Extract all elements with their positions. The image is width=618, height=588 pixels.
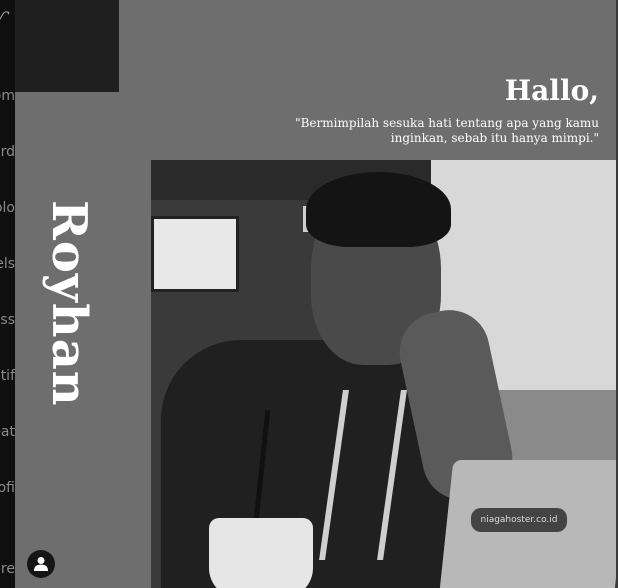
sidebar-item-3[interactable]: olo xyxy=(0,200,15,216)
profile-photo: niagahoster.co.id xyxy=(151,160,616,588)
sidebar-item-7[interactable]: eat xyxy=(0,424,15,440)
greeting-heading: Hallo, xyxy=(504,74,599,107)
profile-name: Royhan xyxy=(41,200,97,407)
sidebar: ƴ Hom ard olo els ess otif eat ofi ore xyxy=(0,0,15,588)
sidebar-item-8[interactable]: ofi xyxy=(0,480,15,496)
script-logo-icon[interactable]: ƴ xyxy=(0,4,15,30)
photo-person-hair xyxy=(306,172,451,247)
sidebar-item-5[interactable]: ess xyxy=(0,312,15,328)
photo-tv xyxy=(151,216,239,292)
sidebar-item-4[interactable]: els xyxy=(0,256,15,272)
sidebar-item-home[interactable]: Hom xyxy=(0,88,15,104)
quote-text: "Bermimpilah sesuka hati tentang apa yan… xyxy=(295,116,599,145)
photo-cup xyxy=(209,518,313,588)
photo-laptop-sticker: niagahoster.co.id xyxy=(471,508,567,532)
sidebar-item-9[interactable]: ore xyxy=(0,561,15,577)
sidebar-item-6[interactable]: otif xyxy=(0,368,15,384)
header-block xyxy=(15,0,119,92)
sidebar-item-2[interactable]: ard xyxy=(0,144,15,160)
user-avatar-icon[interactable] xyxy=(27,550,55,578)
